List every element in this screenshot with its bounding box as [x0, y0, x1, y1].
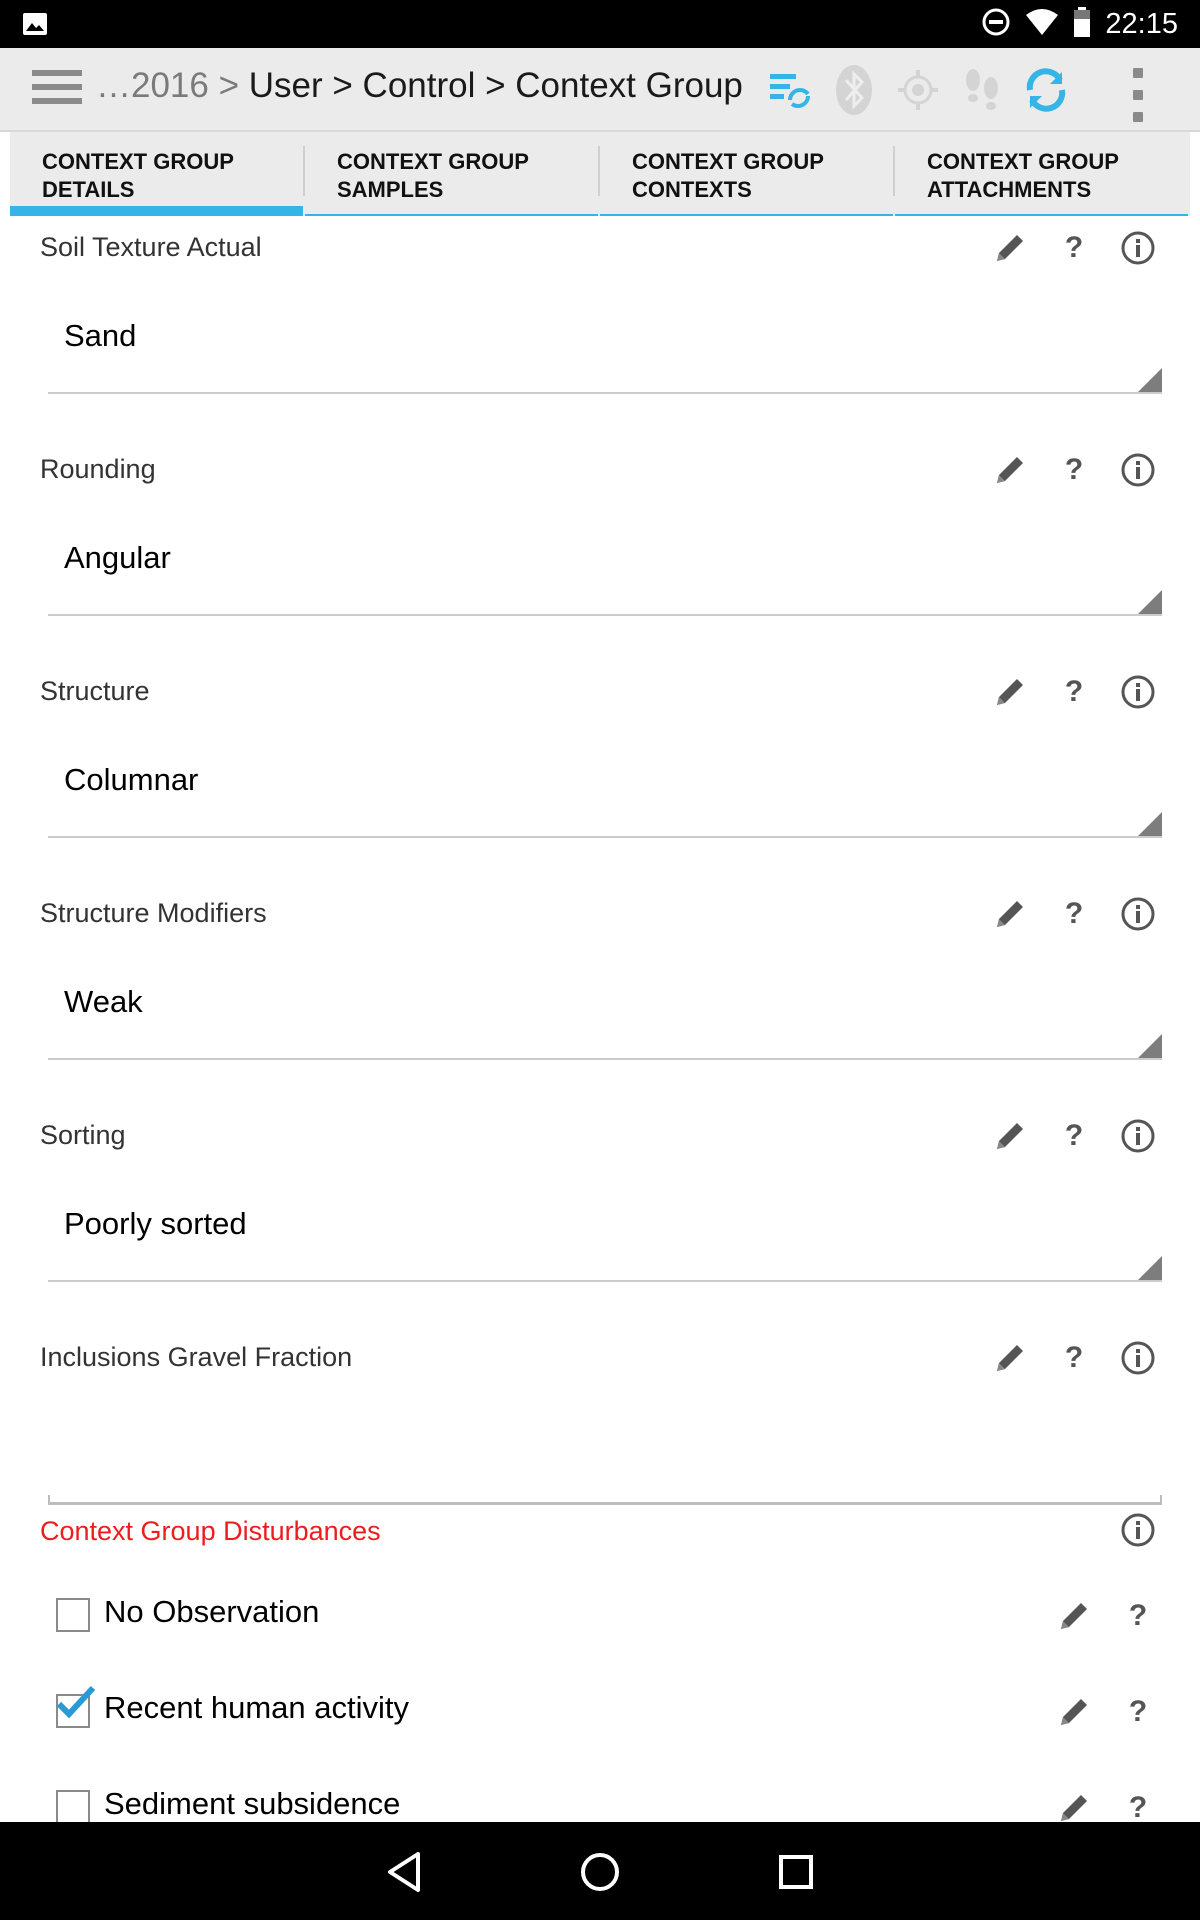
tab-context-group-contexts[interactable]: CONTEXT GROUP CONTEXTS — [600, 132, 895, 216]
section-title-disturbances: Context Group Disturbances — [40, 1516, 381, 1546]
checkbox-row-sediment-subsidence[interactable]: Sediment subsidence ? — [10, 1770, 1190, 1822]
status-bar: 22:15 — [0, 0, 1200, 48]
pencil-icon[interactable] — [986, 890, 1034, 938]
tab-context-group-samples[interactable]: CONTEXT GROUP SAMPLES — [305, 132, 600, 216]
tab-label-line2: SAMPLES — [337, 177, 444, 202]
inclusions-gravel-fraction-input[interactable] — [48, 1406, 1162, 1505]
checkbox-row-no-observation[interactable]: No Observation ? — [10, 1578, 1190, 1658]
tracker-icon[interactable] — [950, 62, 1014, 118]
field-label: Rounding — [40, 454, 156, 484]
tab-label-line1: CONTEXT GROUP — [337, 149, 529, 174]
field-label: Structure Modifiers — [40, 898, 267, 928]
dropdown-value: Columnar — [64, 762, 199, 797]
field-label: Soil Texture Actual — [40, 232, 262, 262]
help-icon[interactable]: ? — [1050, 1334, 1098, 1382]
help-icon[interactable]: ? — [1050, 1112, 1098, 1160]
image-icon — [22, 12, 48, 40]
home-icon[interactable] — [570, 1842, 630, 1902]
gps-icon[interactable] — [886, 62, 950, 118]
overflow-menu-icon[interactable] — [1128, 68, 1148, 122]
field-label: Sorting — [40, 1120, 126, 1150]
tab-bar: CONTEXT GROUP DETAILS CONTEXT GROUP SAMP… — [10, 132, 1190, 216]
pencil-icon[interactable] — [986, 668, 1034, 716]
dropdown-value: Poorly sorted — [64, 1206, 247, 1241]
breadcrumb-prefix: …2016 > — [96, 66, 240, 105]
help-icon[interactable]: ? — [1050, 224, 1098, 272]
bluetooth-icon[interactable] — [822, 62, 886, 118]
info-icon[interactable] — [1114, 1334, 1162, 1382]
wifi-icon — [1025, 8, 1059, 40]
info-icon[interactable] — [1114, 890, 1162, 938]
pencil-icon[interactable] — [1050, 1688, 1098, 1736]
dropdown-arrow-icon — [1138, 590, 1162, 614]
tab-context-group-attachments[interactable]: CONTEXT GROUP ATTACHMENTS — [895, 132, 1190, 216]
dropdown-value: Sand — [64, 318, 137, 353]
pencil-icon[interactable] — [986, 446, 1034, 494]
field-label: Structure — [40, 676, 150, 706]
pencil-icon[interactable] — [986, 1112, 1034, 1160]
menu-icon[interactable] — [32, 70, 82, 110]
back-icon[interactable] — [374, 1842, 434, 1902]
help-icon[interactable]: ? — [1114, 1592, 1162, 1640]
help-icon[interactable]: ? — [1050, 890, 1098, 938]
sorting-dropdown[interactable]: Poorly sorted — [48, 1184, 1162, 1282]
pencil-icon[interactable] — [986, 224, 1034, 272]
checkbox-label: Sediment subsidence — [104, 1786, 401, 1821]
tab-label-line1: CONTEXT GROUP — [42, 149, 234, 174]
breadcrumb[interactable]: …2016 > User > Control > Context Group — [96, 66, 743, 106]
sync-icon[interactable] — [1014, 62, 1078, 118]
dropdown-arrow-icon — [1138, 368, 1162, 392]
dropdown-arrow-icon — [1138, 1034, 1162, 1058]
tab-label-line2: DETAILS — [42, 177, 135, 202]
tab-context-group-details[interactable]: CONTEXT GROUP DETAILS — [10, 132, 305, 216]
form-content[interactable]: Soil Texture Actual ? Sand Rounding ? An… — [10, 216, 1190, 1822]
info-icon[interactable] — [1114, 1112, 1162, 1160]
do-not-disturb-icon — [981, 7, 1011, 41]
help-icon[interactable]: ? — [1114, 1688, 1162, 1736]
navigation-bar — [0, 1822, 1200, 1920]
dropdown-value: Weak — [64, 984, 143, 1019]
sync-status-icon[interactable] — [758, 62, 822, 118]
rounding-dropdown[interactable]: Angular — [48, 518, 1162, 616]
tab-label-line2: CONTEXTS — [632, 177, 752, 202]
battery-icon — [1073, 7, 1091, 41]
dropdown-value: Angular — [64, 540, 171, 575]
dropdown-arrow-icon — [1138, 1256, 1162, 1280]
pencil-icon[interactable] — [986, 1334, 1034, 1382]
field-label: Inclusions Gravel Fraction — [40, 1342, 353, 1372]
pencil-icon[interactable] — [1050, 1592, 1098, 1640]
info-icon[interactable] — [1114, 1502, 1162, 1558]
structure-dropdown[interactable]: Columnar — [48, 740, 1162, 838]
dropdown-arrow-icon — [1138, 812, 1162, 836]
checkbox-label: No Observation — [104, 1594, 320, 1629]
help-icon[interactable]: ? — [1114, 1784, 1162, 1822]
tab-label-line1: CONTEXT GROUP — [632, 149, 824, 174]
info-icon[interactable] — [1114, 446, 1162, 494]
recents-icon[interactable] — [766, 1842, 826, 1902]
checkbox-label: Recent human activity — [104, 1690, 409, 1725]
pencil-icon[interactable] — [1050, 1784, 1098, 1822]
checkbox-row-recent-human-activity[interactable]: Recent human activity ? — [10, 1674, 1190, 1754]
info-icon[interactable] — [1114, 224, 1162, 272]
clock: 22:15 — [1105, 7, 1178, 40]
soil-texture-actual-dropdown[interactable]: Sand — [48, 296, 1162, 394]
checkbox[interactable] — [56, 1598, 90, 1632]
checkbox[interactable] — [56, 1790, 90, 1822]
breadcrumb-path: User > Control > Context Group — [248, 66, 743, 105]
structure-modifiers-dropdown[interactable]: Weak — [48, 962, 1162, 1060]
action-bar: …2016 > User > Control > Context Group — [0, 48, 1200, 132]
tab-label-line2: ATTACHMENTS — [927, 177, 1092, 202]
info-icon[interactable] — [1114, 668, 1162, 716]
help-icon[interactable]: ? — [1050, 446, 1098, 494]
tab-label-line1: CONTEXT GROUP — [927, 149, 1119, 174]
help-icon[interactable]: ? — [1050, 668, 1098, 716]
checkmark-icon — [56, 1682, 96, 1726]
